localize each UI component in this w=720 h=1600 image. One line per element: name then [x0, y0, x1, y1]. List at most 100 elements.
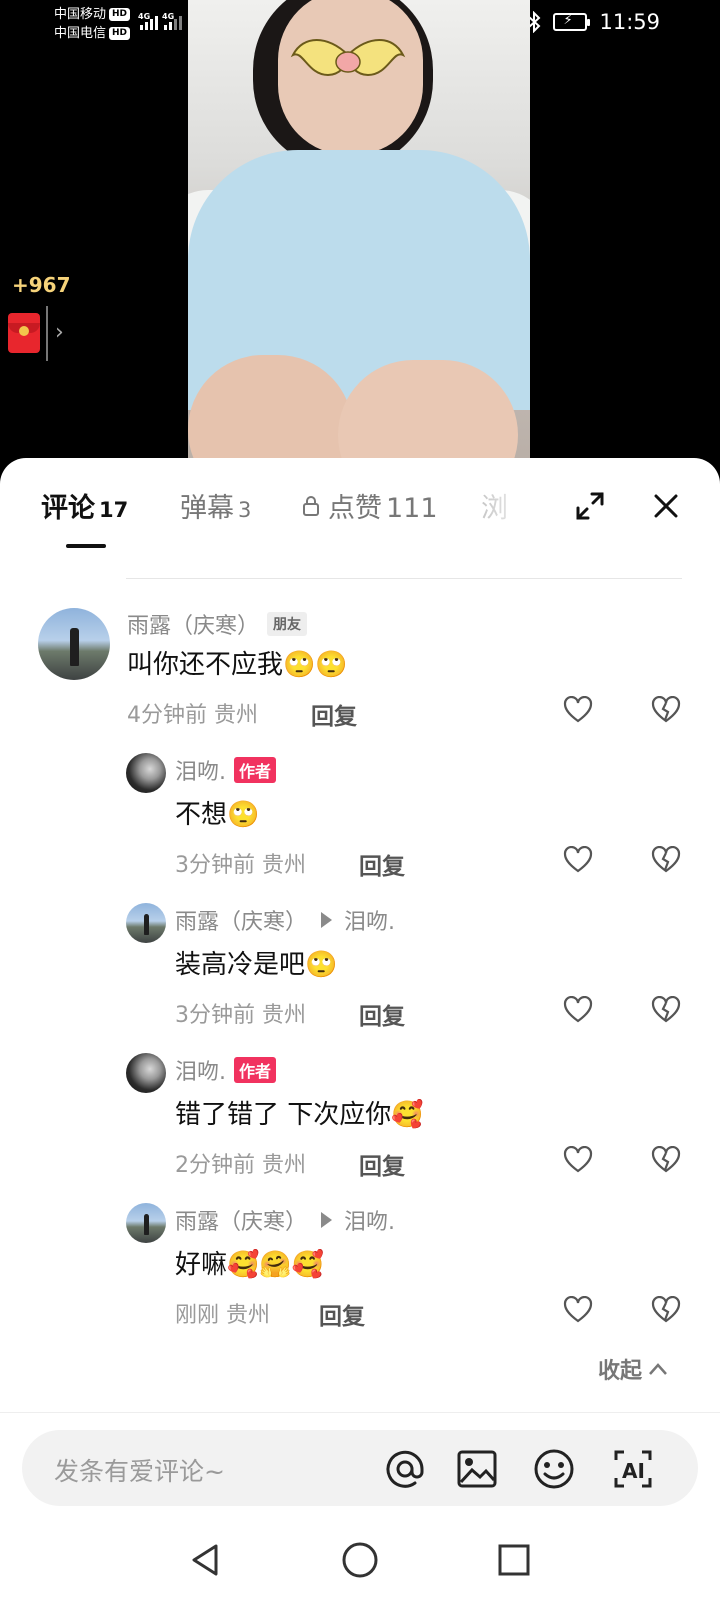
signal-strength-icon: 4G — [138, 12, 158, 30]
tab-comments[interactable]: 评论 17 — [41, 486, 128, 525]
lock-icon — [303, 495, 319, 516]
divider — [0, 1412, 720, 1413]
username-text: 雨露（庆寒） — [127, 614, 260, 639]
image-icon[interactable] — [456, 1448, 498, 1490]
heart-icon[interactable] — [563, 996, 593, 1024]
comment-username[interactable]: 雨露（庆寒） 泪吻. — [175, 1204, 395, 1236]
at-icon[interactable] — [384, 1448, 426, 1490]
broken-heart-icon[interactable] — [651, 846, 681, 874]
comment-text[interactable]: 错了错了 下次应你🥰 — [175, 1094, 424, 1131]
divider — [126, 578, 682, 579]
back-triangle-icon[interactable] — [186, 1540, 226, 1580]
tab-likes-label: 点赞 — [328, 493, 382, 524]
tab-fade — [470, 478, 550, 528]
status-right: ⚡ 11:59 — [527, 10, 660, 34]
live-video[interactable] — [188, 0, 530, 470]
heart-icon[interactable] — [563, 696, 593, 724]
avatar[interactable] — [126, 903, 166, 943]
mustache-sticker-icon — [290, 39, 406, 77]
ai-icon[interactable]: AI — [612, 1448, 654, 1490]
avatar[interactable] — [126, 1203, 166, 1243]
username-text: 雨露（庆寒） — [175, 1210, 308, 1235]
comment-username[interactable]: 泪吻. 作者 — [175, 1054, 277, 1086]
reply-to-arrow-icon — [321, 912, 333, 928]
tab-comments-count: 17 — [99, 498, 129, 522]
hd-badge-1: HD — [109, 8, 131, 21]
reply-button[interactable]: 回复 — [359, 847, 405, 881]
tab-danmaku[interactable]: 弹幕 3 — [180, 486, 251, 525]
reply-button[interactable]: 回复 — [359, 1147, 405, 1181]
comment-input-placeholder: 发条有爱评论~ — [54, 1457, 225, 1486]
comment-meta: 3分钟前 贵州 — [175, 847, 306, 879]
comment-meta: 2分钟前 贵州 — [175, 1147, 306, 1179]
comment-time: 2分钟前 — [175, 1153, 255, 1178]
avatar[interactable] — [126, 753, 166, 793]
tab-likes[interactable]: 点赞 111 — [302, 486, 438, 525]
heart-icon[interactable] — [563, 1296, 593, 1324]
hd-badge-2: HD — [109, 27, 131, 40]
reply-to-username[interactable]: 泪吻. — [344, 1204, 395, 1236]
comment-location: 贵州 — [226, 1303, 271, 1328]
broken-heart-icon[interactable] — [651, 996, 681, 1024]
heart-icon[interactable] — [563, 846, 593, 874]
comment-meta: 刚刚 贵州 — [175, 1297, 270, 1329]
avatar[interactable] — [126, 1053, 166, 1093]
home-circle-icon[interactable] — [340, 1540, 380, 1580]
chevron-right-icon[interactable]: › — [55, 320, 64, 345]
reply-button[interactable]: 回复 — [319, 1297, 365, 1331]
comment-time: 3分钟前 — [175, 1003, 255, 1028]
close-icon[interactable] — [648, 488, 684, 524]
tab-likes-count: 111 — [386, 493, 438, 524]
username-text: 雨露（庆寒） — [175, 910, 308, 935]
comment-input[interactable]: 发条有爱评论~ AI — [22, 1430, 698, 1506]
heart-icon[interactable] — [563, 1146, 593, 1174]
comment-text[interactable]: 不想🙄 — [175, 794, 259, 831]
signal-strength-icon-2: 4G — [162, 12, 182, 30]
comment-text[interactable]: 好嘛🥰🤗🥰 — [175, 1244, 324, 1281]
broken-heart-icon[interactable] — [651, 1296, 681, 1324]
red-packet-icon[interactable] — [8, 313, 40, 353]
reply-to-username[interactable]: 泪吻. — [344, 904, 395, 936]
username-text: 泪吻. — [175, 1060, 226, 1085]
comment-meta: 3分钟前 贵州 — [175, 997, 306, 1029]
comment-time: 刚刚 — [175, 1303, 220, 1328]
author-badge: 作者 — [234, 757, 277, 783]
comment-text[interactable]: 叫你还不应我🙄🙄 — [127, 644, 348, 681]
reply-button[interactable]: 回复 — [359, 997, 405, 1031]
carrier-1: 中国移动 — [54, 7, 107, 22]
carrier-info: 中国移动 HD 中国电信 HD — [54, 5, 131, 43]
active-tab-indicator — [66, 544, 106, 548]
comment-meta: 4分钟前 贵州 — [127, 697, 258, 729]
reply-button[interactable]: 回复 — [311, 697, 357, 731]
comment-username[interactable]: 泪吻. 作者 — [175, 754, 277, 786]
expand-icon[interactable] — [572, 488, 608, 524]
chevron-up-icon — [649, 1363, 667, 1375]
comment-time: 3分钟前 — [175, 853, 255, 878]
collapse-label: 收起 — [598, 1359, 643, 1384]
clock: 11:59 — [599, 10, 660, 34]
comment-username[interactable]: 雨露（庆寒） 泪吻. — [175, 904, 395, 936]
avatar[interactable] — [38, 608, 110, 680]
collapse-button[interactable]: 收起 — [598, 1353, 668, 1385]
emoji-icon[interactable] — [533, 1448, 575, 1490]
comment-username[interactable]: 雨露（庆寒） 朋友 — [127, 608, 308, 640]
friend-badge: 朋友 — [267, 612, 308, 636]
broken-heart-icon[interactable] — [651, 696, 681, 724]
video-figure-knee — [338, 360, 518, 470]
broken-heart-icon[interactable] — [651, 1146, 681, 1174]
username-text: 泪吻. — [175, 760, 226, 785]
comment-sheet: 评论17 弹幕3 点赞111 浏 雨露（庆寒） 朋友 叫你还不应我🙄🙄 4分钟前… — [0, 458, 720, 1600]
svg-text:AI: AI — [622, 1459, 645, 1483]
tab-danmaku-label: 弹幕 — [180, 493, 234, 524]
battery-icon: ⚡ — [553, 13, 591, 31]
recents-square-icon[interactable] — [494, 1540, 534, 1580]
author-badge: 作者 — [234, 1057, 277, 1083]
carrier-2: 中国电信 — [54, 26, 107, 41]
reply-to-arrow-icon — [321, 1212, 333, 1228]
comment-text[interactable]: 装高冷是吧🙄 — [175, 944, 337, 981]
system-nav-bar — [0, 1520, 720, 1600]
tab-bar: 评论17 弹幕3 点赞111 浏 — [0, 458, 720, 548]
comment-location: 贵州 — [262, 853, 307, 878]
divider — [46, 306, 48, 361]
comment-location: 贵州 — [214, 703, 259, 728]
